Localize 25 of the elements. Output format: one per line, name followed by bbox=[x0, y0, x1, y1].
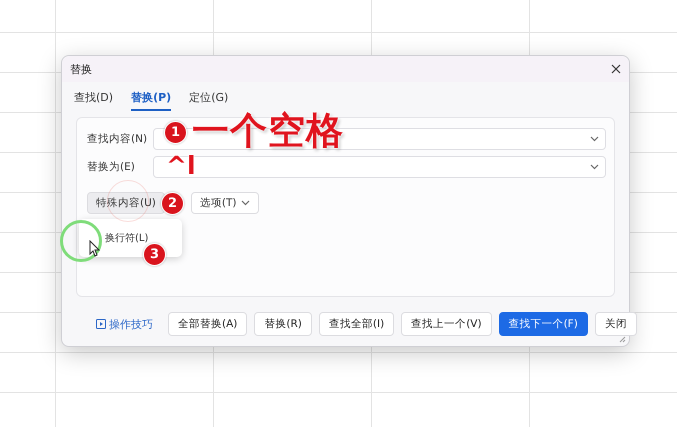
dialog-button[interactable]: 全部替换(A) bbox=[168, 312, 248, 336]
field-label: 替换为(E) bbox=[87, 160, 136, 174]
play-icon bbox=[96, 319, 106, 329]
tips-link[interactable]: 操作技巧 bbox=[96, 316, 153, 332]
special-content-button[interactable]: 特殊内容(U) bbox=[87, 192, 165, 214]
tab[interactable]: 定位(G) bbox=[189, 88, 228, 111]
tab[interactable]: 查找(D) bbox=[74, 88, 114, 111]
chevron-down-icon bbox=[590, 136, 599, 142]
dialog-button[interactable]: 替换(R) bbox=[254, 312, 312, 336]
chevron-down-icon bbox=[590, 164, 599, 170]
chevron-down-icon bbox=[240, 200, 250, 206]
menu-item[interactable]: 换行符(L) bbox=[79, 231, 148, 245]
resize-grip-icon bbox=[619, 336, 626, 343]
dialog-title: 替换 bbox=[70, 62, 92, 76]
combo-field[interactable] bbox=[153, 156, 606, 178]
close-icon[interactable] bbox=[611, 64, 621, 74]
dialog-button[interactable]: 关闭 bbox=[594, 312, 637, 336]
typed-text: ^l bbox=[166, 153, 196, 178]
field-label: 查找内容(N) bbox=[87, 132, 148, 146]
dialog-button[interactable]: 查找下一个(F) bbox=[498, 312, 588, 336]
dialog-button[interactable]: 查找上一个(V) bbox=[401, 312, 492, 336]
tab[interactable]: 替换(P) bbox=[131, 88, 172, 111]
options-button[interactable]: 选项(T) bbox=[190, 192, 258, 214]
annotation-text: 一个空格 bbox=[192, 112, 344, 149]
dialog-button[interactable]: 查找全部(I) bbox=[318, 312, 394, 336]
